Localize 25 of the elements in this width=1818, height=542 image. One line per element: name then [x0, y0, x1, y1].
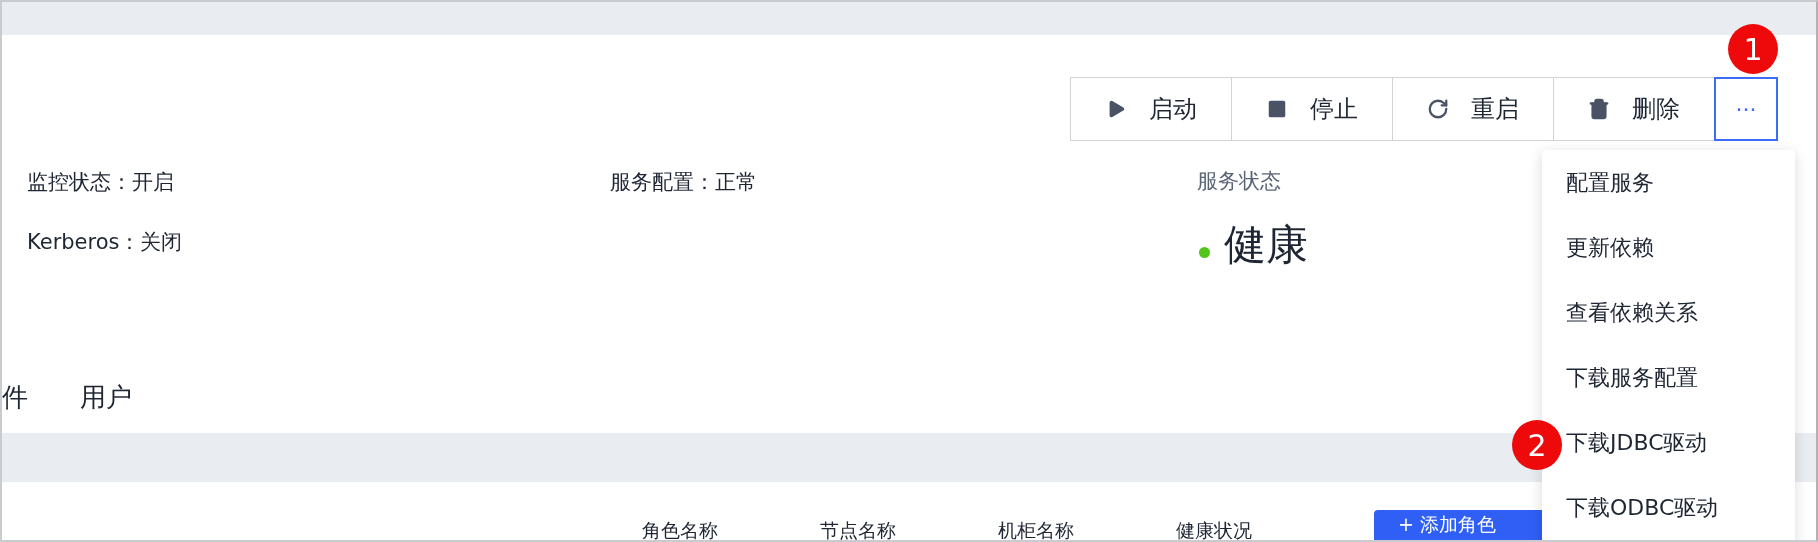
column-header: 机柜名称 [998, 520, 1075, 540]
more-button[interactable]: ··· [1714, 77, 1778, 141]
info-text: Kerberos：关闭 [27, 229, 184, 256]
callout-badge: 1 [1728, 24, 1778, 74]
toolbar-button[interactable]: 停止 [1231, 77, 1393, 141]
column-header: 角色名称 [642, 520, 719, 540]
tab[interactable]: 件 [2, 380, 28, 415]
menu-item[interactable]: 下载JDBC驱动 [1566, 421, 1708, 465]
info-text: 监控状态：开启 [27, 169, 175, 196]
menu-item[interactable]: 下载服务配置 [1566, 356, 1698, 400]
menu-item[interactable]: 配置服务 [1566, 161, 1654, 205]
menu-item[interactable]: 查看依赖关系 [1566, 291, 1698, 335]
status-title: 服务状态 [1197, 168, 1281, 195]
toolbar-button[interactable]: 删除 [1553, 77, 1715, 141]
refresh-icon [1427, 98, 1449, 120]
menu-item[interactable]: 更新依赖 [1566, 226, 1654, 270]
stop-icon [1266, 98, 1288, 120]
toolbar-button[interactable]: 启动 [1070, 77, 1232, 141]
status-value: 健康 [1224, 219, 1308, 271]
column-header: 节点名称 [820, 520, 897, 540]
tab[interactable]: 用户 [80, 380, 132, 415]
trash-icon [1588, 98, 1610, 120]
column-header: 健康状况 [1176, 520, 1253, 540]
toolbar-button[interactable]: 重启 [1392, 77, 1554, 141]
info-text: 服务配置：正常 [610, 169, 758, 196]
